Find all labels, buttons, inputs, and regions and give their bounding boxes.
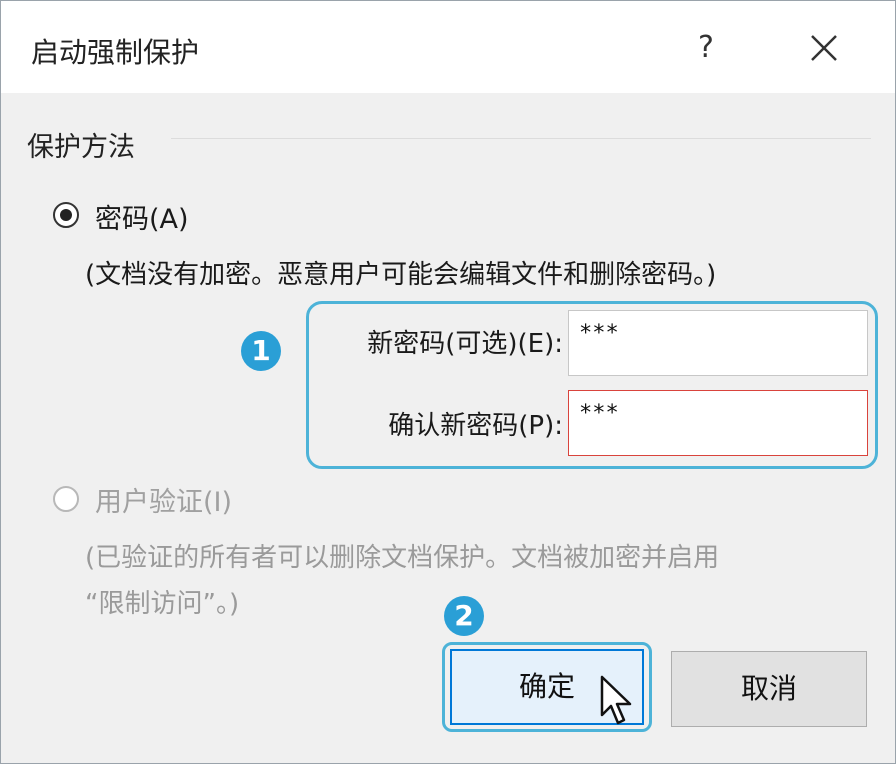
cancel-button[interactable]: 取消 bbox=[671, 651, 867, 727]
user-auth-option-label[interactable]: 用户验证(I) bbox=[95, 480, 232, 519]
help-button[interactable]: ? bbox=[681, 23, 731, 73]
close-button[interactable] bbox=[796, 23, 852, 73]
mouse-pointer-icon bbox=[600, 675, 632, 725]
password-radio[interactable] bbox=[53, 202, 79, 228]
new-password-input[interactable]: *** bbox=[568, 310, 868, 376]
step-badge-2: 2 bbox=[444, 596, 484, 636]
user-auth-description-line1: (已验证的所有者可以删除文档保护。文档被加密并启用 bbox=[85, 543, 720, 573]
new-password-label: 新密码(可选)(E): bbox=[367, 329, 563, 359]
confirm-password-label: 确认新密码(P): bbox=[388, 411, 563, 441]
password-option-label[interactable]: 密码(A) bbox=[95, 197, 189, 236]
title-bar: 启动强制保护 ? bbox=[1, 1, 895, 93]
user-auth-description-line2: “限制访问”。) bbox=[85, 589, 240, 619]
group-title: 保护方法 bbox=[27, 132, 135, 163]
user-auth-radio[interactable] bbox=[53, 486, 79, 512]
close-icon bbox=[811, 35, 837, 61]
confirm-password-input[interactable]: *** bbox=[568, 390, 868, 456]
radio-selected-dot bbox=[60, 209, 72, 221]
step-badge-1: 1 bbox=[241, 331, 281, 371]
password-option-description: (文档没有加密。恶意用户可能会编辑文件和删除密码。) bbox=[85, 260, 717, 290]
protection-dialog: 启动强制保护 ? 保护方法 密码(A) (文档没有加密。恶意用户可能会编辑文件和… bbox=[0, 0, 896, 764]
group-divider bbox=[171, 138, 871, 139]
dialog-title: 启动强制保护 bbox=[31, 36, 200, 69]
